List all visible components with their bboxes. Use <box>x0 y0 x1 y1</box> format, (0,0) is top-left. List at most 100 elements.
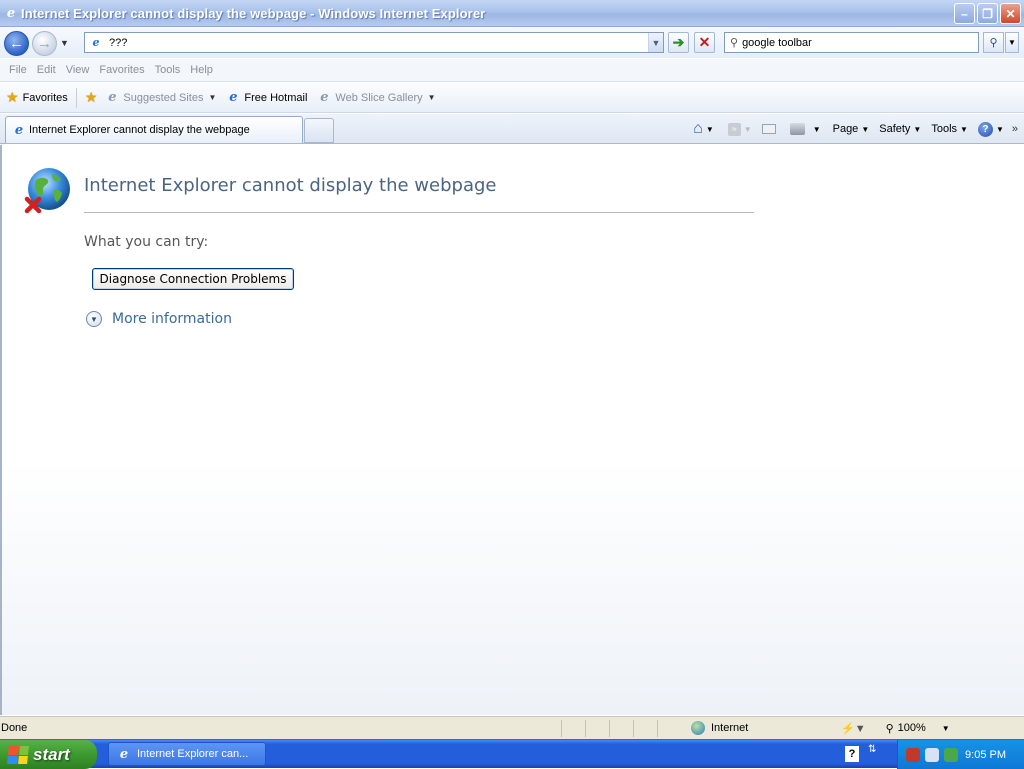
favorites-bar: ★ Favorites ★ e Suggested Sites ▼ e Free… <box>0 83 1024 113</box>
windows-flag-icon <box>7 745 29 764</box>
ie-page-icon: e <box>320 90 329 105</box>
chevron-down-icon: ▼ <box>913 124 922 134</box>
shield-icon[interactable] <box>906 747 920 762</box>
recent-pages-dropdown[interactable]: ▼ <box>60 38 69 48</box>
menu-favorites[interactable]: Favorites <box>94 64 149 76</box>
zoom-control[interactable]: ⚲ 100% ▼ <box>886 722 950 735</box>
status-pane <box>633 719 657 737</box>
zoom-icon: ⚲ <box>885 722 894 735</box>
ie-logo-icon: e <box>119 746 129 762</box>
tab-label: Internet Explorer cannot display the web… <box>29 124 250 136</box>
read-mail-button[interactable] <box>761 124 776 134</box>
navigation-bar: ← → ▼ e ??? ▼ ➔ ✕ ⚲ google toolbar ⚲ ▼ <box>0 28 1024 58</box>
tab-active[interactable]: e Internet Explorer cannot display the w… <box>5 116 303 143</box>
printer-icon <box>789 123 805 135</box>
window-title: Internet Explorer cannot display the web… <box>21 5 486 21</box>
search-box[interactable]: ⚲ google toolbar <box>724 32 979 53</box>
back-button[interactable]: ← <box>4 30 29 56</box>
menu-view[interactable]: View <box>61 64 95 76</box>
page-icon: e <box>92 36 100 49</box>
tools-menu-label: Tools <box>931 123 958 135</box>
network-icon[interactable] <box>925 747 939 762</box>
favorites-star-icon: ★ <box>6 89 19 105</box>
menu-edit[interactable]: Edit <box>32 64 61 76</box>
go-button[interactable]: ➔ <box>668 32 689 53</box>
search-button[interactable]: ⚲ <box>983 32 1004 53</box>
diagnose-connection-button[interactable]: Diagnose Connection Problems <box>92 268 294 290</box>
clock[interactable]: 9:05 PM <box>965 749 1006 761</box>
minimize-button[interactable]: – <box>954 3 975 24</box>
menu-help[interactable]: Help <box>185 64 218 76</box>
internet-zone-icon <box>691 721 705 735</box>
start-label: start <box>33 744 70 764</box>
tray-expand-icon[interactable]: ⇅ <box>868 744 876 755</box>
security-zone[interactable]: Internet <box>691 721 841 735</box>
address-input[interactable]: ??? <box>109 37 127 49</box>
page-menu-label: Page <box>832 123 859 135</box>
minimize-icon: – <box>961 6 968 21</box>
more-information-label[interactable]: More information <box>112 311 232 327</box>
chevron-down-icon: ▼ <box>960 124 968 134</box>
chevron-down-icon[interactable]: ▼ <box>209 93 217 102</box>
address-field[interactable]: e ??? ▼ <box>84 32 664 53</box>
favlink-web-slice-gallery[interactable]: e Web Slice Gallery ▼ <box>317 90 436 105</box>
help-tray-icon[interactable]: ? <box>845 746 859 762</box>
address-dropdown-button[interactable]: ▼ <box>648 33 663 52</box>
help-icon: ? <box>977 121 993 137</box>
print-button[interactable]: ▼ <box>789 123 821 135</box>
menu-file[interactable]: File <box>4 64 32 76</box>
search-input[interactable]: google toolbar <box>742 37 812 49</box>
taskbar-ie-window[interactable]: e Internet Explorer can... <box>108 742 266 766</box>
back-arrow-icon: ← <box>9 34 24 52</box>
more-information-link[interactable]: ▼ More information <box>86 311 232 327</box>
new-tab-button[interactable] <box>304 118 334 143</box>
safety-menu-label: Safety <box>879 123 911 135</box>
restore-button[interactable]: ❐ <box>977 3 998 24</box>
heading-divider <box>84 212 754 213</box>
search-provider-icon: ⚲ <box>730 37 739 49</box>
search-options-dropdown[interactable]: ▼ <box>1005 32 1019 53</box>
ie-page-icon: e <box>14 122 24 138</box>
home-button[interactable]: ⌂ ▼ <box>693 120 714 138</box>
status-pane <box>657 719 681 737</box>
chevron-down-icon: ▼ <box>995 124 1004 134</box>
tools-menu-button[interactable]: Tools ▼ <box>931 123 968 135</box>
page-content: Internet Explorer cannot display the web… <box>0 145 1024 715</box>
close-button[interactable]: ✕ <box>1000 3 1021 24</box>
favlink-label: Free Hotmail <box>244 91 308 104</box>
chevron-down-icon[interactable]: ▼ <box>706 125 714 134</box>
feeds-button[interactable]: ≈ ▼ <box>727 122 752 136</box>
favlink-free-hotmail[interactable]: e Free Hotmail <box>226 90 308 105</box>
ie-window: e Internet Explorer cannot display the w… <box>0 0 1024 769</box>
help-menu-button[interactable]: ? ▼ <box>977 121 1004 137</box>
forward-arrow-icon: → <box>37 34 52 52</box>
ie-page-icon: e <box>229 90 238 105</box>
page-menu-button[interactable]: Page ▼ <box>833 123 870 135</box>
chevron-down-icon[interactable]: ▼ <box>813 125 821 134</box>
more-commands-icon[interactable]: » <box>1012 123 1018 135</box>
add-to-favorites-icon[interactable]: ★ <box>85 89 98 106</box>
chevron-down-icon[interactable]: ▼ <box>942 724 950 733</box>
expand-chevron-icon[interactable]: ▼ <box>86 311 102 327</box>
page-heading: Internet Explorer cannot display the web… <box>84 175 497 196</box>
zoom-level: 100% <box>897 722 926 734</box>
forward-button[interactable]: → <box>32 30 57 56</box>
stop-button[interactable]: ✕ <box>694 32 715 53</box>
chevron-down-icon[interactable]: ▼ <box>428 93 436 102</box>
status-pane <box>609 719 633 737</box>
chevron-down-icon: ▼ <box>743 124 752 134</box>
start-button[interactable]: start <box>0 740 97 769</box>
title-bar[interactable]: e Internet Explorer cannot display the w… <box>0 0 1024 27</box>
globe-error-icon <box>24 168 70 214</box>
search-icon: ⚲ <box>989 37 998 49</box>
tab-row: e Internet Explorer cannot display the w… <box>0 114 1024 144</box>
menu-tools[interactable]: Tools <box>150 64 186 76</box>
favlink-suggested-sites[interactable]: e Suggested Sites ▼ <box>105 90 217 105</box>
security-alert-icon[interactable] <box>944 747 958 762</box>
ie-logo-icon: e <box>6 5 16 21</box>
protected-mode-icon[interactable]: ⚡▼ <box>841 722 866 735</box>
command-bar: ⌂ ▼ ≈ ▼ ▼ Page ▼ Safety ▼ Tools ▼ ? ▼ » <box>687 118 1018 140</box>
safety-menu-button[interactable]: Safety ▼ <box>879 123 921 135</box>
favorites-button[interactable]: ★ Favorites <box>6 89 68 106</box>
favlink-label: Web Slice Gallery <box>335 91 423 104</box>
